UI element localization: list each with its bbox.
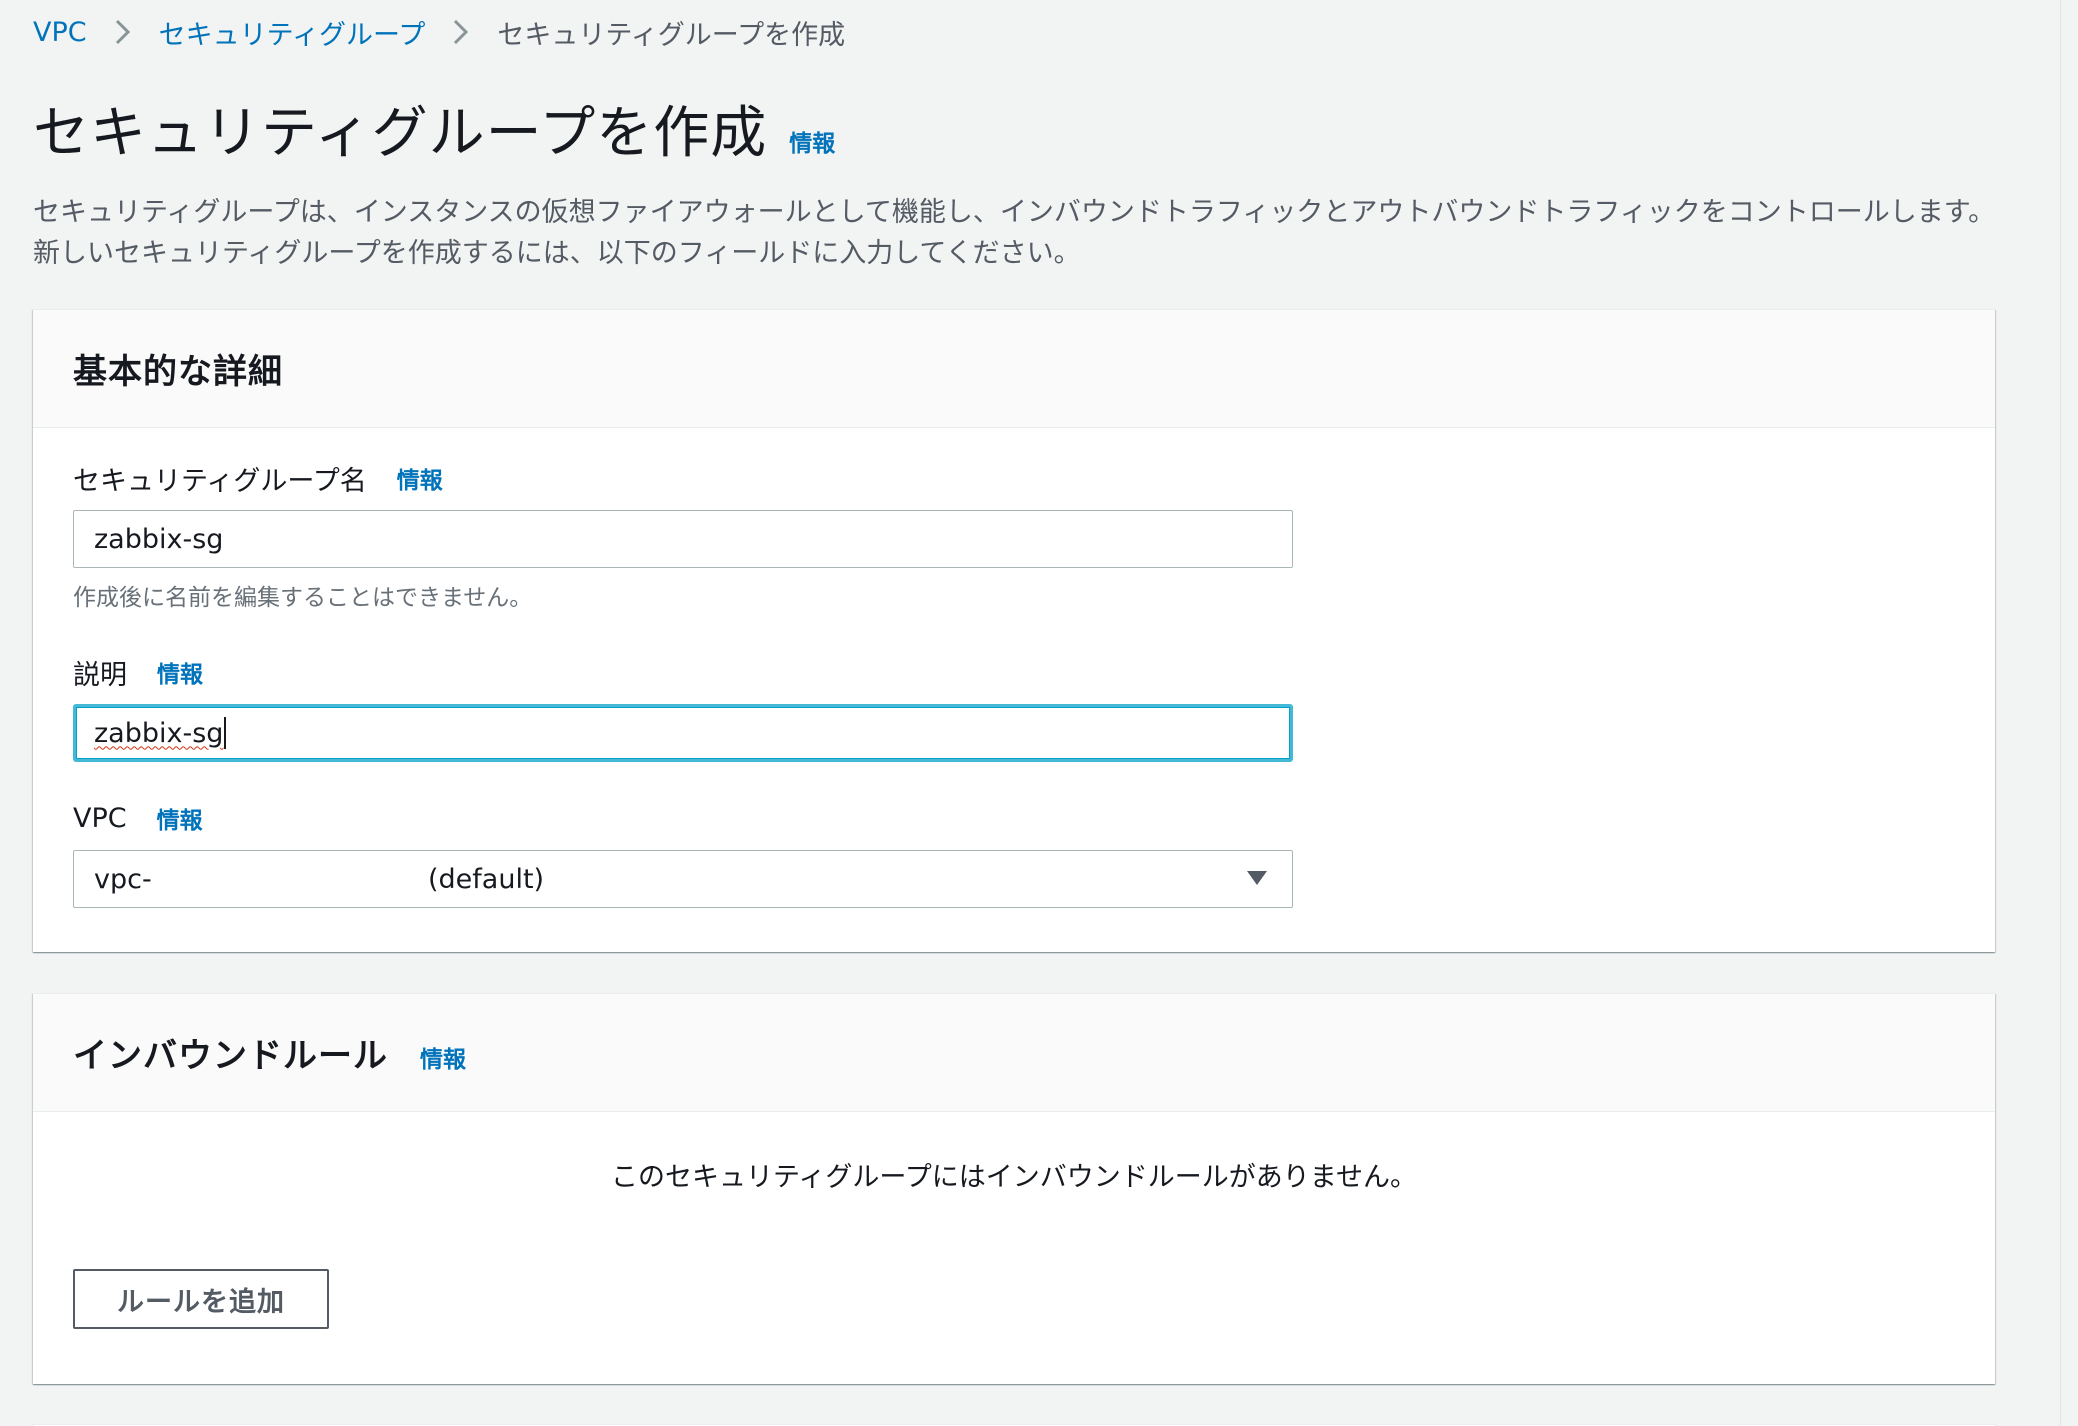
add-rule-button[interactable]: ルールを追加 [73, 1269, 329, 1329]
field-label-row: VPC 情報 [73, 798, 1955, 838]
description-input[interactable]: zabbix-sg [73, 704, 1293, 762]
basic-details-panel: 基本的な詳細 セキュリティグループ名 情報 zabbix-sg 作成後に名前を編… [33, 309, 1995, 952]
breadcrumb-security-groups-link[interactable]: セキュリティグループ [159, 13, 426, 52]
panel-body: セキュリティグループ名 情報 zabbix-sg 作成後に名前を編集することはで… [33, 428, 1995, 948]
basic-details-title: 基本的な詳細 [73, 352, 283, 392]
field-label-row: セキュリティグループ名 情報 [73, 458, 1955, 498]
caret-down-icon [1247, 871, 1267, 885]
field-label-row: 説明 情報 [73, 652, 1955, 692]
text-caret [224, 717, 227, 749]
panel-header: 基本的な詳細 [33, 310, 1995, 428]
description-field: 説明 情報 zabbix-sg [73, 652, 1955, 762]
description-label: 説明 [73, 659, 127, 691]
description-info-link[interactable]: 情報 [157, 655, 203, 689]
inbound-rules-empty-message: このセキュリティグループにはインバウンドルールがありません。 [611, 1162, 1417, 1193]
breadcrumb-vpc-link[interactable]: VPC [33, 17, 87, 48]
security-group-create-page: VPC セキュリティグループ セキュリティグループを作成 セキュリティグループを… [0, 0, 2078, 1426]
security-group-name-field: セキュリティグループ名 情報 zabbix-sg 作成後に名前を編集することはで… [73, 458, 1955, 612]
security-group-name-label: セキュリティグループ名 [73, 465, 367, 497]
chevron-right-icon [425, 12, 497, 52]
vpc-field: VPC 情報 vpc- (default) [73, 798, 1955, 908]
security-group-name-input[interactable]: zabbix-sg [73, 510, 1293, 568]
page-info-link[interactable]: 情報 [789, 124, 835, 158]
inbound-rules-title: インバウンドルール [73, 1036, 388, 1076]
page-header: セキュリティグループを作成 情報 [33, 92, 2078, 162]
scrollbar-track[interactable] [2060, 0, 2078, 1426]
panel-header: インバウンドルール 情報 [33, 994, 1995, 1112]
panel-body: このセキュリティグループにはインバウンドルールがありません。 ルールを追加 [33, 1112, 1995, 1369]
input-value: zabbix-sg [94, 523, 224, 555]
vpc-select-id: vpc- [94, 863, 152, 895]
page-title: セキュリティグループを作成 [33, 101, 768, 166]
chevron-right-icon [87, 12, 159, 52]
vpc-label: VPC [73, 802, 127, 834]
vpc-select-suffix: (default) [428, 863, 545, 895]
input-value: zabbix-sg [94, 717, 224, 749]
vpc-info-link[interactable]: 情報 [157, 801, 203, 835]
breadcrumb: VPC セキュリティグループ セキュリティグループを作成 [33, 0, 2078, 62]
security-group-name-info-link[interactable]: 情報 [397, 461, 443, 495]
page-description: セキュリティグループは、インスタンスの仮想ファイアウォールとして機能し、インバウ… [33, 197, 1996, 269]
vpc-select[interactable]: vpc- (default) [73, 850, 1293, 908]
breadcrumb-current: セキュリティグループを作成 [497, 19, 846, 51]
inbound-rules-panel: インバウンドルール 情報 このセキュリティグループにはインバウンドルールがありま… [33, 993, 1995, 1384]
name-constraint-text: 作成後に名前を編集することはできません。 [73, 585, 533, 611]
inbound-rules-info-link[interactable]: 情報 [420, 1032, 466, 1074]
